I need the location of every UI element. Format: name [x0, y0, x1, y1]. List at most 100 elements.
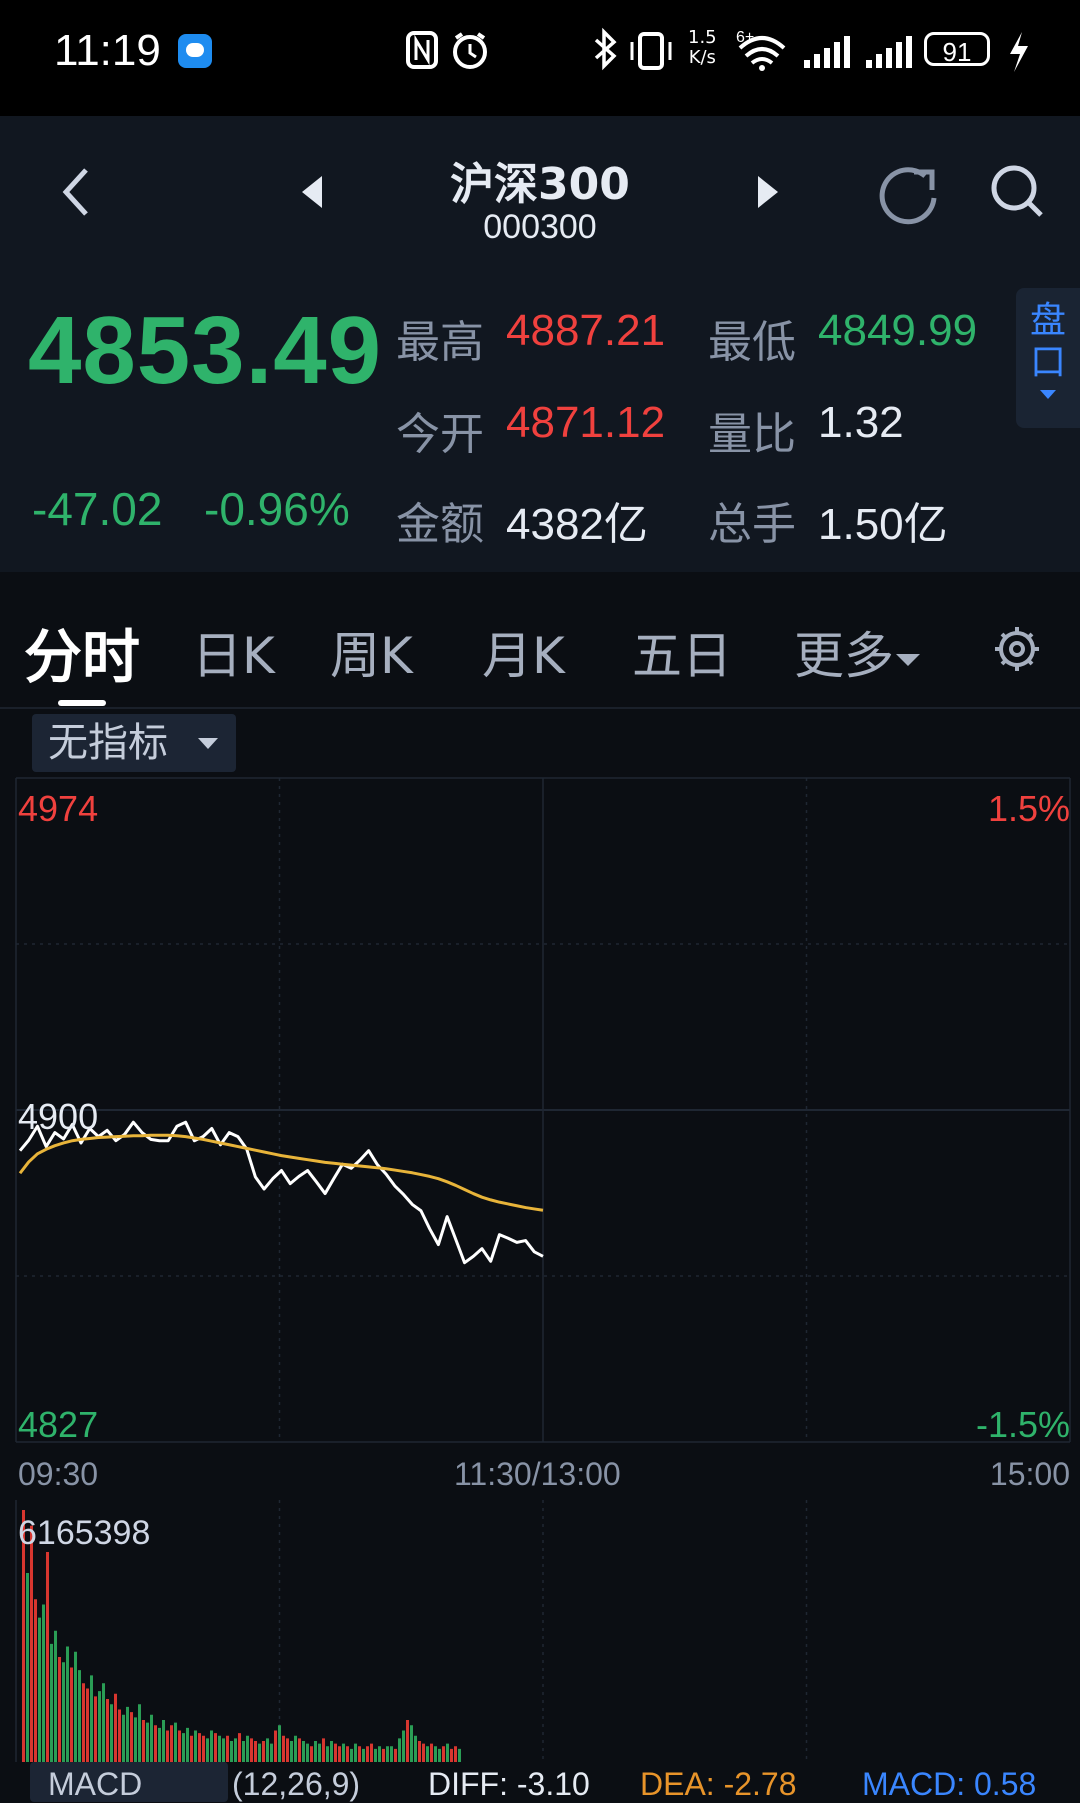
volume-bar — [42, 1604, 45, 1762]
volume-bar — [410, 1725, 413, 1762]
volume-bar — [210, 1730, 213, 1762]
volume-bar — [130, 1712, 133, 1762]
volume-bar — [418, 1741, 421, 1762]
volume-bar — [110, 1704, 113, 1762]
volume-bar — [190, 1735, 193, 1762]
volume-bar — [338, 1746, 341, 1762]
volume-bar — [74, 1651, 77, 1762]
volume-bar — [178, 1730, 181, 1762]
volume-bar — [334, 1743, 337, 1762]
volume-bar — [146, 1722, 149, 1762]
volume-bar — [66, 1646, 69, 1762]
pct-axis-min: -1.5% — [975, 1404, 1070, 1445]
volume-bar — [434, 1746, 437, 1762]
volume-bar — [354, 1743, 357, 1762]
volume-bar — [318, 1743, 321, 1762]
volume-bar — [222, 1738, 225, 1762]
volume-bar — [62, 1662, 65, 1762]
volume-bar — [362, 1748, 365, 1762]
volume-bar — [282, 1735, 285, 1762]
volume-bar — [98, 1691, 101, 1762]
volume-bar — [286, 1738, 289, 1762]
volume-bar — [126, 1706, 129, 1762]
volume-bar — [86, 1688, 89, 1762]
volume-bar — [394, 1748, 397, 1762]
macd-dea: DEA: -2.78 — [640, 1766, 797, 1802]
x-axis-mid: 11:30/13:00 — [454, 1456, 621, 1492]
volume-bar — [366, 1746, 369, 1762]
volume-bar — [302, 1741, 305, 1762]
volume-bar — [198, 1733, 201, 1762]
volume-bar — [202, 1735, 205, 1762]
volume-bar — [310, 1746, 313, 1762]
volume-bar — [34, 1599, 37, 1762]
volume-bar — [102, 1683, 105, 1762]
volume-bar — [442, 1746, 445, 1762]
volume-bar — [114, 1693, 117, 1762]
volume-bar — [134, 1717, 137, 1762]
volume-bar — [70, 1667, 73, 1762]
volume-bar — [342, 1743, 345, 1762]
volume-bar — [82, 1683, 85, 1762]
volume-bar — [426, 1746, 429, 1762]
volume-bar — [414, 1735, 417, 1762]
volume-bar — [278, 1725, 281, 1762]
volume-bar — [238, 1733, 241, 1762]
volume-bar — [142, 1720, 145, 1762]
volume-bar — [78, 1670, 81, 1762]
volume-max-label: 6165398 — [18, 1514, 151, 1552]
volume-bar — [54, 1630, 57, 1762]
volume-bar — [122, 1714, 125, 1762]
volume-bar — [206, 1738, 209, 1762]
volume-bar — [90, 1675, 93, 1762]
volume-bar — [30, 1525, 33, 1762]
macd-value: MACD: 0.58 — [862, 1766, 1037, 1802]
volume-bar — [398, 1738, 401, 1762]
volume-bar — [450, 1748, 453, 1762]
volume-bar — [374, 1748, 377, 1762]
volume-bar — [250, 1738, 253, 1762]
volume-bar — [166, 1730, 169, 1762]
volume-bar — [46, 1552, 49, 1762]
volume-bar — [314, 1741, 317, 1762]
macd-params: (12,26,9) — [232, 1766, 361, 1802]
volume-bar — [254, 1741, 257, 1762]
volume-bar — [358, 1746, 361, 1762]
y-axis-min: 4827 — [18, 1404, 99, 1445]
volume-bar — [350, 1748, 353, 1762]
volume-bar — [50, 1643, 53, 1762]
volume-bar — [306, 1743, 309, 1762]
volume-bar — [274, 1730, 277, 1762]
volume-bar — [422, 1743, 425, 1762]
volume-bar — [390, 1746, 393, 1762]
volume-bar — [150, 1714, 153, 1762]
volume-bar — [370, 1743, 373, 1762]
volume-bar — [446, 1743, 449, 1762]
macd-diff: DIFF: -3.10 — [428, 1766, 590, 1802]
volume-bar — [378, 1746, 381, 1762]
volume-bar — [234, 1738, 237, 1762]
intraday-chart[interactable] — [0, 0, 1080, 1788]
pct-axis-max: 1.5% — [987, 788, 1070, 829]
volume-bar — [106, 1699, 109, 1762]
x-axis-start: 09:30 — [18, 1456, 99, 1492]
volume-bar — [38, 1617, 41, 1762]
volume-bar — [174, 1722, 177, 1762]
volume-bar — [218, 1735, 221, 1762]
volume-bar — [294, 1735, 297, 1762]
volume-bar — [454, 1746, 457, 1762]
volume-bar — [138, 1704, 141, 1762]
volume-bar — [242, 1741, 245, 1762]
macd-label: MACD — [48, 1766, 143, 1802]
volume-bar — [430, 1743, 433, 1762]
y-axis-max: 4974 — [18, 788, 99, 829]
volume-bar — [402, 1730, 405, 1762]
volume-bar — [258, 1743, 261, 1762]
volume-bar — [262, 1741, 265, 1762]
volume-bar — [246, 1735, 249, 1762]
volume-bar — [186, 1727, 189, 1762]
volume-bar — [158, 1727, 161, 1762]
volume-bar — [214, 1733, 217, 1762]
volume-bar — [182, 1733, 185, 1762]
volume-bar — [346, 1746, 349, 1762]
